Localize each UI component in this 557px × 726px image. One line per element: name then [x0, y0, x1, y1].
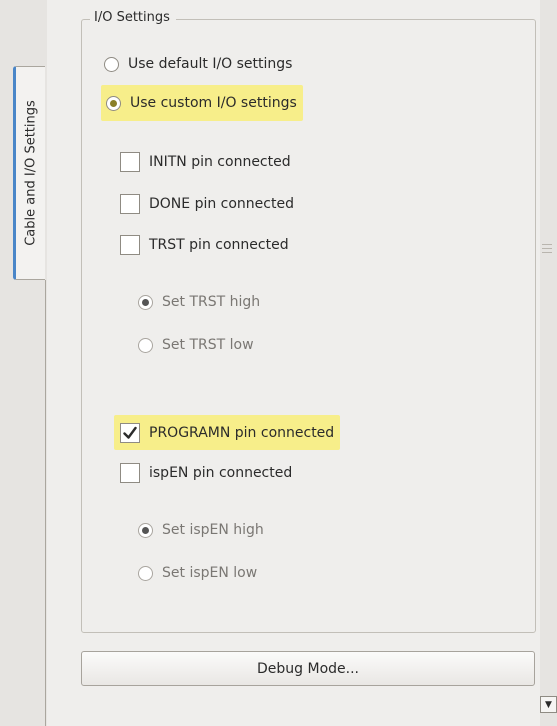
checkbox-label: ispEN pin connected	[149, 465, 293, 481]
radio-trst-high[interactable]: Set TRST high	[138, 291, 260, 313]
radio-ispen-low[interactable]: Set ispEN low	[138, 562, 257, 584]
io-settings-title: I/O Settings	[90, 10, 176, 25]
radio-label: Set ispEN low	[162, 565, 258, 581]
checkbox[interactable]	[120, 235, 140, 255]
tab-divider	[45, 280, 46, 726]
checkmark-icon	[123, 426, 137, 439]
checkbox-trst[interactable]: TRST pin connected	[120, 234, 289, 256]
tab-label: Cable and I/O Settings	[23, 100, 38, 246]
checkbox[interactable]	[120, 194, 140, 214]
scroll-down-button[interactable]: ▼	[540, 696, 557, 713]
radio-button[interactable]	[138, 294, 153, 310]
radio-label: Use custom I/O settings	[130, 95, 297, 111]
radio-button[interactable]	[138, 522, 153, 538]
checkbox-label: PROGRAMN pin connected	[149, 424, 335, 441]
radio-label: Set TRST high	[162, 294, 261, 310]
checkbox-label: TRST pin connected	[149, 237, 289, 253]
checkbox[interactable]	[120, 463, 140, 483]
tab-cable-and-io-settings[interactable]: Cable and I/O Settings	[13, 66, 45, 280]
radio-label: Use default I/O settings	[128, 56, 293, 72]
scrollbar-track[interactable]	[540, 0, 557, 726]
radio-ispen-high[interactable]: Set ispEN high	[138, 519, 264, 541]
checkbox-ispen[interactable]: ispEN pin connected	[120, 462, 292, 484]
checkbox[interactable]	[120, 422, 140, 443]
radio-label: Set ispEN high	[162, 522, 264, 538]
radio-custom-io[interactable]: Use custom I/O settings	[101, 85, 303, 121]
debug-mode-label: Debug Mode...	[257, 660, 359, 677]
checkbox-programn[interactable]: PROGRAMN pin connected	[114, 415, 341, 450]
chevron-down-icon: ▼	[545, 699, 552, 710]
radio-default-io[interactable]: Use default I/O settings	[104, 52, 292, 76]
checkbox[interactable]	[120, 152, 140, 172]
checkbox-label: INITN pin connected	[149, 154, 291, 170]
debug-mode-button[interactable]: Debug Mode...	[81, 651, 535, 686]
radio-button[interactable]	[104, 56, 119, 72]
radio-label: Set TRST low	[162, 337, 254, 353]
radio-trst-low[interactable]: Set TRST low	[138, 334, 254, 356]
checkbox-done[interactable]: DONE pin connected	[120, 193, 294, 215]
radio-button[interactable]	[138, 565, 153, 581]
splitter-grip-icon[interactable]	[542, 244, 552, 256]
radio-button[interactable]	[138, 337, 153, 353]
checkbox-initn[interactable]: INITN pin connected	[120, 151, 291, 173]
checkbox-label: DONE pin connected	[149, 196, 294, 212]
radio-button[interactable]	[106, 95, 121, 111]
